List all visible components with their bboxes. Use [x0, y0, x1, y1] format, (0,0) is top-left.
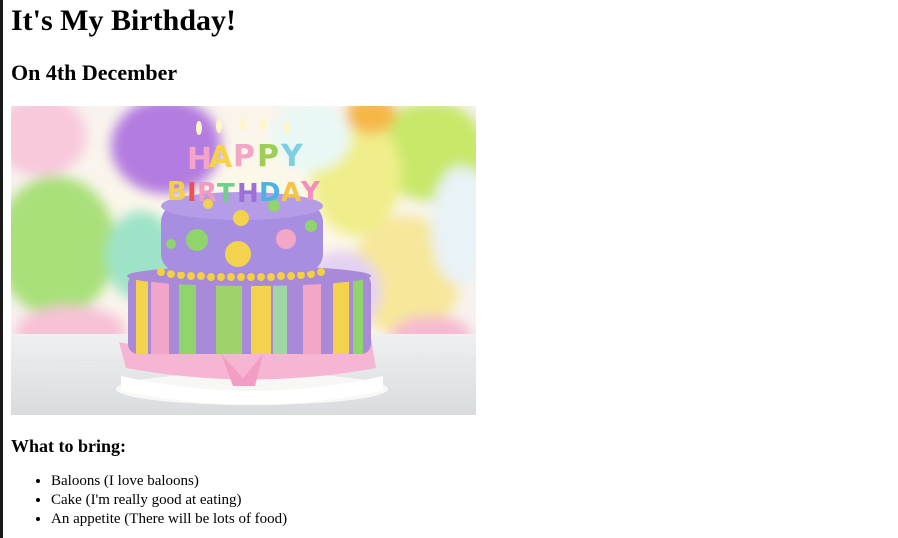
list-item: Cake (I'm really good at eating) — [51, 491, 287, 510]
page-title: It's My Birthday! — [11, 4, 236, 37]
svg-text:D: D — [259, 178, 281, 208]
bring-list: Baloons (I love baloons) Cake (I'm reall… — [11, 472, 287, 529]
svg-text:P: P — [233, 139, 255, 174]
svg-text:Y: Y — [300, 177, 321, 207]
svg-text:T: T — [217, 179, 235, 209]
bring-heading: What to bring: — [11, 436, 127, 456]
list-item: Baloons (I love baloons) — [51, 472, 287, 491]
svg-text:R: R — [197, 178, 217, 208]
svg-text:A: A — [209, 140, 233, 175]
list-item: An appetite (There will be lots of food) — [51, 510, 287, 529]
page-subtitle: On 4th December — [11, 60, 178, 85]
window-left-edge — [0, 0, 3, 538]
svg-text:H: H — [237, 179, 259, 209]
svg-text:B: B — [167, 177, 187, 207]
svg-text:P: P — [257, 139, 279, 174]
svg-text:Y: Y — [280, 139, 304, 174]
birthday-cake-image: H A P P Y B I R T H D A Y — [11, 106, 476, 415]
svg-text:A: A — [281, 178, 301, 208]
svg-text:I: I — [187, 178, 197, 208]
